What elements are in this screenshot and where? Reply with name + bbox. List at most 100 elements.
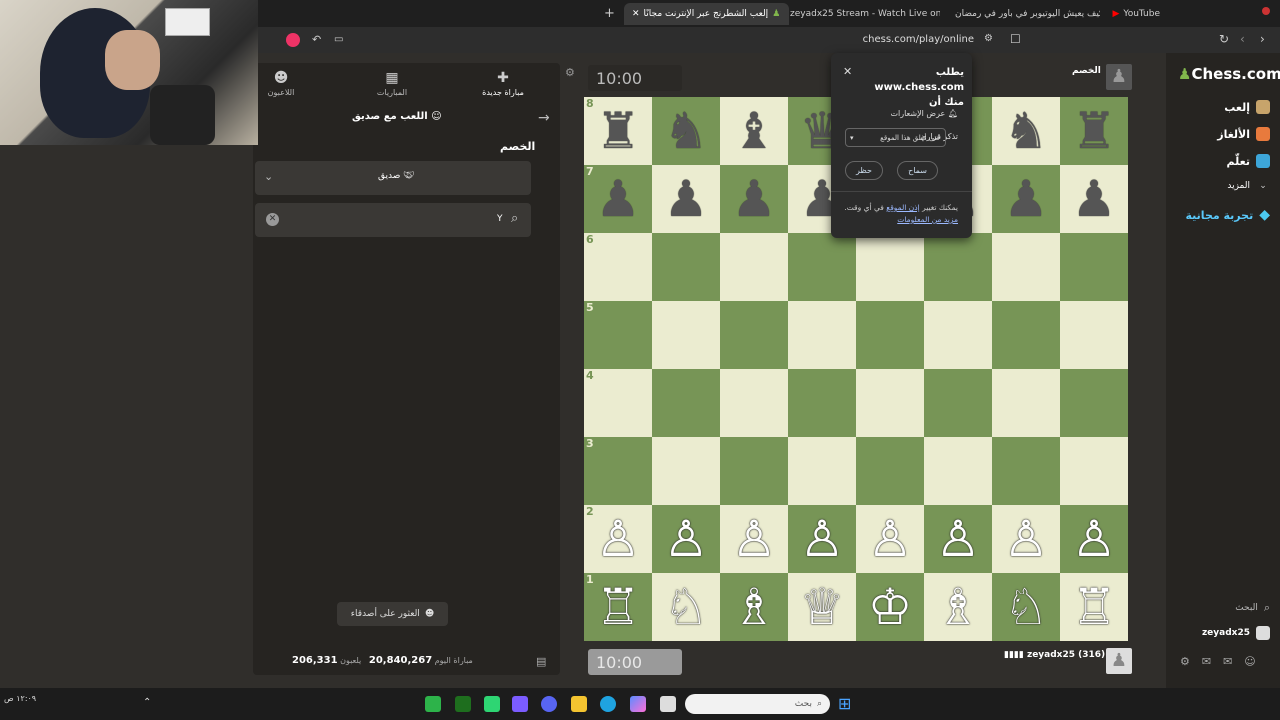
- chess-piece[interactable]: ♙: [936, 514, 981, 564]
- square[interactable]: ♘: [992, 573, 1060, 641]
- learn-more-link[interactable]: مزيد من المعلومات: [897, 215, 958, 224]
- chess-piece[interactable]: ♙: [1004, 514, 1049, 564]
- sidebar-item-puzzles[interactable]: الألغاز: [1217, 127, 1270, 141]
- square[interactable]: ♟: [652, 165, 720, 233]
- square[interactable]: ♞: [652, 97, 720, 165]
- square[interactable]: [924, 437, 992, 505]
- reload-icon[interactable]: ↻: [1219, 32, 1229, 46]
- gear-icon[interactable]: ⚙: [565, 66, 575, 79]
- square[interactable]: ♖: [1060, 573, 1128, 641]
- square[interactable]: [1060, 233, 1128, 301]
- sidebar-search[interactable]: البحث ⌕: [1235, 601, 1270, 615]
- square[interactable]: [924, 233, 992, 301]
- chess-piece[interactable]: ♙: [664, 514, 709, 564]
- square[interactable]: ♙: [652, 505, 720, 573]
- app-icon[interactable]: [484, 696, 500, 712]
- square[interactable]: ♝: [720, 97, 788, 165]
- square[interactable]: 4: [584, 369, 652, 437]
- square[interactable]: [992, 233, 1060, 301]
- chess-piece[interactable]: ♘: [1004, 582, 1049, 632]
- sidebar-item-play[interactable]: إلعب: [1224, 100, 1270, 114]
- square[interactable]: ♙: [788, 505, 856, 573]
- square[interactable]: [788, 233, 856, 301]
- square[interactable]: ♜: [1060, 97, 1128, 165]
- square[interactable]: [992, 369, 1060, 437]
- chess-piece[interactable]: ♟: [1004, 174, 1049, 224]
- find-friends-button[interactable]: العثور على أصدقاء ☻: [337, 602, 448, 626]
- chevron-up-icon[interactable]: ⌃: [143, 697, 151, 708]
- chess-piece[interactable]: ♘: [664, 582, 709, 632]
- chess-piece[interactable]: ♞: [1004, 106, 1049, 156]
- site-settings-icon[interactable]: ⚙: [984, 33, 993, 44]
- square[interactable]: ♗: [720, 573, 788, 641]
- square[interactable]: [992, 301, 1060, 369]
- folder-icon[interactable]: [571, 696, 587, 712]
- sidebar-profile[interactable]: zeyadx25: [1202, 626, 1270, 640]
- taskbar-search[interactable]: بحث ⌕: [685, 694, 830, 714]
- square[interactable]: [788, 301, 856, 369]
- chess-piece[interactable]: ♙: [732, 514, 777, 564]
- chess-piece[interactable]: ♕: [800, 582, 845, 632]
- square[interactable]: [720, 369, 788, 437]
- undo-icon[interactable]: ↶: [312, 33, 321, 46]
- copilot-icon[interactable]: [630, 696, 646, 712]
- block-button[interactable]: حظر: [845, 161, 883, 180]
- tab-chess[interactable]: ✕ إلعب الشطرنج عبر الإنترنت مجانًا ♟: [624, 3, 789, 25]
- square[interactable]: 5: [584, 301, 652, 369]
- square[interactable]: ♗: [924, 573, 992, 641]
- tab-new-game[interactable]: ✚ مباراة جديدة: [458, 70, 548, 97]
- square[interactable]: [652, 301, 720, 369]
- sidebar-item-more[interactable]: المزيد ⌄: [1227, 181, 1270, 191]
- square[interactable]: [788, 369, 856, 437]
- windows-start-icon[interactable]: ⊞: [838, 694, 851, 713]
- chess-piece[interactable]: ♟: [664, 174, 709, 224]
- square[interactable]: 7 ♟: [584, 165, 652, 233]
- window-icon[interactable]: [660, 696, 676, 712]
- tab-youtube[interactable]: ▶ YouTube: [1112, 3, 1160, 25]
- square[interactable]: 6: [584, 233, 652, 301]
- screen-icon[interactable]: ▭: [334, 34, 343, 45]
- extension-icon[interactable]: [286, 33, 300, 47]
- square[interactable]: [856, 233, 924, 301]
- kick-app-icon[interactable]: [455, 696, 471, 712]
- search-input[interactable]: [255, 203, 531, 237]
- new-tab-icon[interactable]: +: [604, 6, 615, 21]
- square[interactable]: [856, 301, 924, 369]
- remember-select[interactable]: حتى أغلق هذا الموقع ▾: [845, 128, 946, 147]
- square[interactable]: 2 ♙: [584, 505, 652, 573]
- sidebar-item-free-trial[interactable]: تجربة مجانية ◆: [1186, 207, 1270, 223]
- chess-piece[interactable]: ♙: [596, 514, 641, 564]
- chess-piece[interactable]: ♖: [596, 582, 641, 632]
- square[interactable]: [1060, 369, 1128, 437]
- chess-piece[interactable]: ♗: [732, 582, 777, 632]
- square[interactable]: [1060, 301, 1128, 369]
- square[interactable]: ♙: [720, 505, 788, 573]
- square[interactable]: [720, 233, 788, 301]
- chess-piece[interactable]: ♜: [596, 106, 641, 156]
- forward-icon[interactable]: ›: [1260, 32, 1265, 46]
- square[interactable]: ♙: [856, 505, 924, 573]
- profile-icon[interactable]: [1262, 7, 1270, 15]
- square[interactable]: ♙: [992, 505, 1060, 573]
- chess-piece[interactable]: ♝: [732, 106, 777, 156]
- chess-piece[interactable]: ♙: [868, 514, 913, 564]
- square[interactable]: [856, 437, 924, 505]
- square[interactable]: [652, 233, 720, 301]
- url-text[interactable]: chess.com/play/online: [863, 34, 974, 45]
- square[interactable]: 3: [584, 437, 652, 505]
- sidebar-footer-icons[interactable]: ⚙✉✉☺: [1180, 655, 1268, 668]
- square[interactable]: [720, 301, 788, 369]
- chess-piece[interactable]: ♔: [868, 582, 913, 632]
- close-icon[interactable]: ✕: [632, 9, 640, 19]
- close-icon[interactable]: ✕: [843, 65, 852, 78]
- chess-logo[interactable]: ♟Chess.com: [1178, 65, 1280, 83]
- chess-piece[interactable]: ♟: [732, 174, 777, 224]
- chess-piece[interactable]: ♙: [1072, 514, 1117, 564]
- square[interactable]: [924, 369, 992, 437]
- square[interactable]: [720, 437, 788, 505]
- square[interactable]: [856, 369, 924, 437]
- site-permission-link[interactable]: إذن الموقع: [886, 203, 919, 212]
- square[interactable]: [652, 369, 720, 437]
- bookmark-icon[interactable]: ☐: [1010, 32, 1021, 46]
- square[interactable]: ♞: [992, 97, 1060, 165]
